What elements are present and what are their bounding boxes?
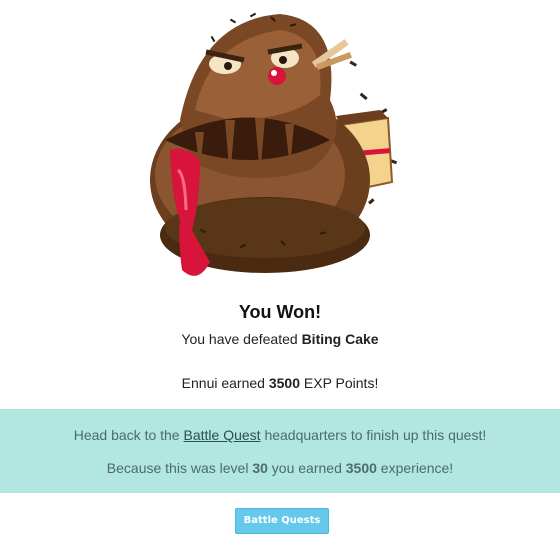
earner-name: Ennui xyxy=(181,375,218,391)
victory-title: You Won! xyxy=(238,302,322,322)
defeat-message: You have defeated Biting Cake xyxy=(0,331,560,347)
battle-quests-button[interactable]: Battle Quests xyxy=(235,508,329,534)
banner-line-1: Head back to the Battle Quest headquarte… xyxy=(0,427,560,443)
exp-amount: 3500 xyxy=(268,375,300,391)
banner-line2-prefix: Because this was level xyxy=(106,460,249,476)
biting-cake-monster-image xyxy=(150,12,398,276)
exp-message: Ennui earned 3500 EXP Points! xyxy=(0,375,560,391)
banner-line2-suffix: experience! xyxy=(380,460,454,476)
exp-suffix: EXP Points! xyxy=(303,375,379,391)
banner-exp: 3500 xyxy=(345,460,377,476)
battle-quest-link[interactable]: Battle Quest xyxy=(184,427,261,443)
banner-line1-prefix: Head back to the xyxy=(73,427,180,443)
banner-line2-mid: you earned xyxy=(271,460,342,476)
defeat-prefix: You have defeated xyxy=(181,331,298,347)
banner-line-2: Because this was level 30 you earned 350… xyxy=(0,460,560,476)
monster-name: Biting Cake xyxy=(301,331,379,347)
quest-banner: Head back to the Battle Quest headquarte… xyxy=(0,409,560,493)
quest-level: 30 xyxy=(252,460,268,476)
banner-line1-suffix: headquarters to finish up this quest! xyxy=(264,427,487,443)
earned-word: earned xyxy=(221,375,265,391)
